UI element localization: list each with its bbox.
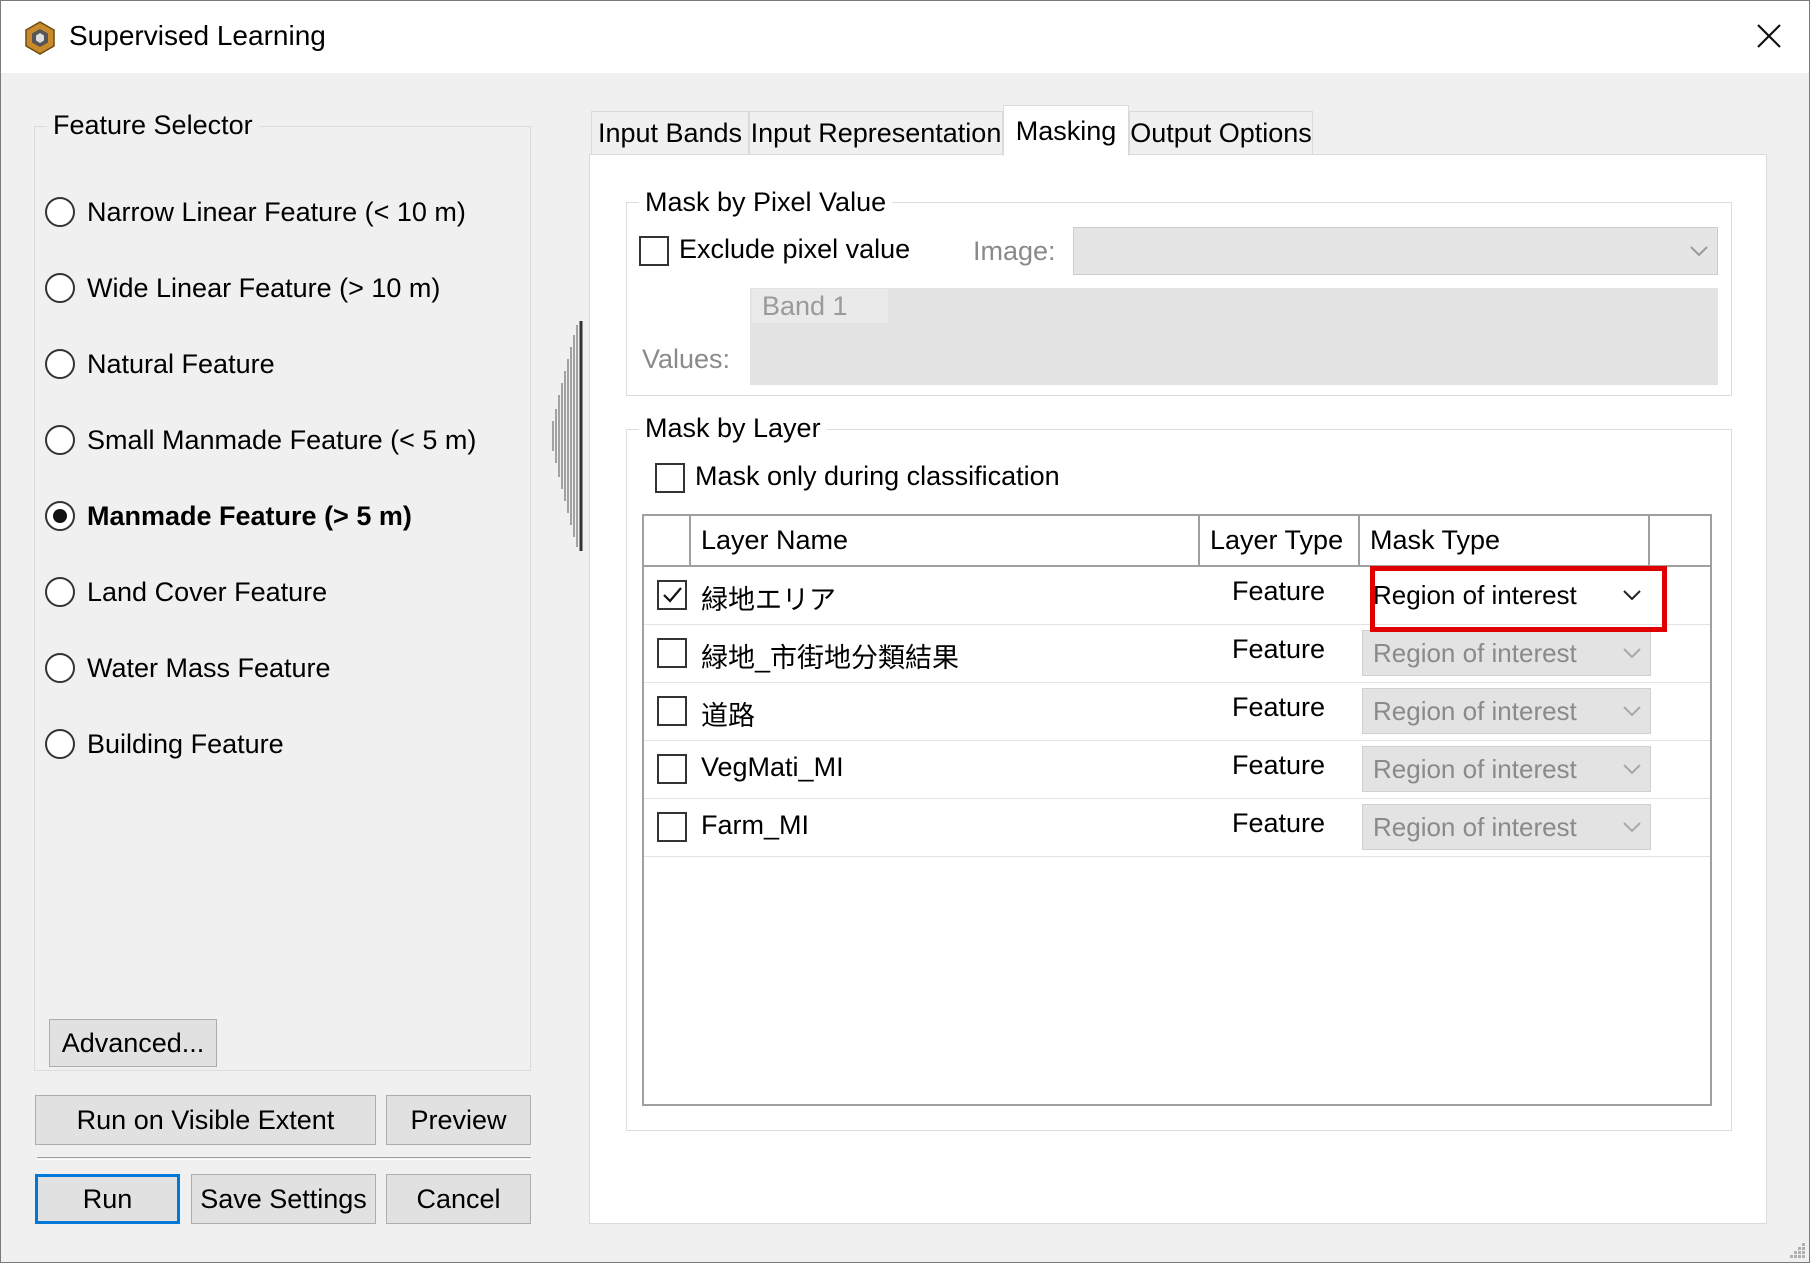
feature-option[interactable]: Water Mass Feature	[45, 650, 331, 686]
feature-option-label: Building Feature	[87, 728, 284, 759]
image-label: Image:	[973, 236, 1056, 266]
layer-type-cell: Feature	[1232, 692, 1326, 722]
values-label: Values:	[642, 344, 731, 374]
radio-unselected-icon[interactable]	[45, 273, 75, 303]
feature-option[interactable]: Building Feature	[45, 726, 284, 762]
layer-name-cell: 道路	[701, 701, 755, 731]
cancel-button[interactable]: Cancel	[386, 1174, 531, 1224]
run-on-visible-extent-button[interactable]: Run on Visible Extent	[35, 1095, 376, 1145]
mask-type-value: Region of interest	[1373, 579, 1577, 610]
layer-row-checkbox[interactable]	[657, 696, 687, 726]
layer-name-cell: 緑地_市街地分類結果	[701, 643, 960, 673]
feature-option-label: Narrow Linear Feature (< 10 m)	[87, 196, 466, 227]
feature-option-label: Land Cover Feature	[87, 576, 328, 607]
chevron-down-icon	[1614, 589, 1650, 601]
resize-grip-icon[interactable]	[1785, 1238, 1807, 1260]
row-header-corner	[644, 516, 691, 565]
mask-type-select[interactable]: Region of interest	[1362, 804, 1651, 850]
image-select[interactable]	[1073, 227, 1718, 275]
button-separator	[37, 1157, 531, 1160]
chevron-down-icon	[1681, 245, 1717, 257]
table-header: Layer Name Layer Type Mask Type	[644, 516, 1710, 567]
chevron-down-icon	[1614, 647, 1650, 659]
exclude-pixel-label: Exclude pixel value	[679, 234, 911, 264]
feature-option-label: Manmade Feature (> 5 m)	[87, 500, 412, 531]
mask-type-value: Region of interest	[1373, 753, 1577, 784]
column-header-mask-type[interactable]: Mask Type	[1360, 516, 1650, 565]
feature-option[interactable]: Land Cover Feature	[45, 574, 327, 610]
radio-unselected-icon[interactable]	[45, 197, 75, 227]
radio-unselected-icon[interactable]	[45, 729, 75, 759]
mask-type-value: Region of interest	[1373, 637, 1577, 668]
mask-type-value: Region of interest	[1373, 695, 1577, 726]
hexagon-app-icon	[25, 21, 55, 55]
feature-option-label: Wide Linear Feature (> 10 m)	[87, 272, 441, 303]
feature-option[interactable]: Manmade Feature (> 5 m)	[45, 498, 412, 534]
tab-input-bands[interactable]: Input Bands	[591, 111, 749, 155]
supervised-learning-dialog: Supervised Learning Feature Selector Nar…	[0, 0, 1810, 1263]
chevron-down-icon	[1614, 763, 1650, 775]
mask-classification-only-checkbox[interactable]	[655, 463, 685, 493]
radio-unselected-icon[interactable]	[45, 349, 75, 379]
layer-row-checkbox[interactable]	[657, 812, 687, 842]
layer-type-cell: Feature	[1232, 750, 1326, 780]
chevron-down-icon	[1614, 705, 1650, 717]
mask-classification-only-label: Mask only during classification	[695, 461, 1060, 491]
mask-type-select[interactable]: Region of interest	[1362, 630, 1651, 676]
layer-row-checkbox[interactable]	[657, 580, 687, 610]
tab-masking[interactable]: Masking	[1003, 105, 1129, 156]
layer-row-checkbox[interactable]	[657, 638, 687, 668]
mask-type-select[interactable]: Region of interest	[1362, 572, 1651, 618]
layer-row-checkbox[interactable]	[657, 754, 687, 784]
feature-option[interactable]: Narrow Linear Feature (< 10 m)	[45, 194, 466, 230]
tab-input-representation[interactable]: Input Representation	[749, 111, 1003, 155]
radio-dot-icon	[53, 509, 67, 523]
table-row[interactable]: Farm_MI Feature Region of interest	[644, 799, 1710, 857]
save-settings-button[interactable]: Save Settings	[191, 1174, 376, 1224]
mask-by-layer-title: Mask by Layer	[639, 413, 827, 444]
layer-mask-table: Layer Name Layer Type Mask Type 緑地エリア Fea…	[642, 514, 1712, 1106]
advanced-button[interactable]: Advanced...	[49, 1019, 217, 1067]
mask-type-select[interactable]: Region of interest	[1362, 688, 1651, 734]
table-row[interactable]: VegMati_MI Feature Region of interest	[644, 741, 1710, 799]
checkmark-icon	[663, 587, 682, 603]
feature-option[interactable]: Wide Linear Feature (> 10 m)	[45, 270, 440, 306]
close-icon	[1757, 24, 1781, 48]
mask-by-pixel-title: Mask by Pixel Value	[639, 187, 893, 218]
values-grid	[750, 288, 1718, 385]
layer-type-cell: Feature	[1232, 808, 1326, 838]
feature-option-label: Small Manmade Feature (< 5 m)	[87, 424, 477, 455]
layer-name-cell: 緑地エリア	[701, 585, 836, 615]
table-row[interactable]: 道路 Feature Region of interest	[644, 683, 1710, 741]
close-button[interactable]	[1739, 5, 1799, 67]
preview-button[interactable]: Preview	[386, 1095, 531, 1145]
layer-name-cell: Farm_MI	[701, 810, 809, 840]
chevron-down-icon	[1614, 821, 1650, 833]
feature-option-label: Natural Feature	[87, 348, 275, 379]
window-title: Supervised Learning	[69, 20, 326, 51]
run-button[interactable]: Run	[35, 1174, 180, 1224]
layer-type-cell: Feature	[1232, 576, 1326, 606]
radio-unselected-icon[interactable]	[45, 653, 75, 683]
mask-type-select[interactable]: Region of interest	[1362, 746, 1651, 792]
tab-output-options[interactable]: Output Options	[1129, 111, 1313, 155]
layer-name-cell: VegMati_MI	[701, 752, 844, 782]
radio-unselected-icon[interactable]	[45, 577, 75, 607]
column-header-layer-name[interactable]: Layer Name	[691, 516, 1200, 565]
radio-unselected-icon[interactable]	[45, 425, 75, 455]
panel-splitter-handle[interactable]	[541, 321, 585, 551]
table-row[interactable]: 緑地エリア Feature Region of interest	[644, 567, 1710, 625]
column-header-layer-type[interactable]: Layer Type	[1200, 516, 1360, 565]
feature-option-label: Water Mass Feature	[87, 652, 331, 683]
table-row[interactable]: 緑地_市街地分類結果 Feature Region of interest	[644, 625, 1710, 683]
feature-selector-title: Feature Selector	[47, 110, 259, 141]
band-column-header: Band 1	[752, 289, 888, 323]
layer-type-cell: Feature	[1232, 634, 1326, 664]
feature-option[interactable]: Natural Feature	[45, 346, 275, 382]
exclude-pixel-checkbox[interactable]	[639, 236, 669, 266]
radio-selected-icon[interactable]	[45, 501, 75, 531]
feature-option[interactable]: Small Manmade Feature (< 5 m)	[45, 422, 476, 458]
mask-type-value: Region of interest	[1373, 811, 1577, 842]
title-bar: Supervised Learning	[1, 1, 1809, 73]
